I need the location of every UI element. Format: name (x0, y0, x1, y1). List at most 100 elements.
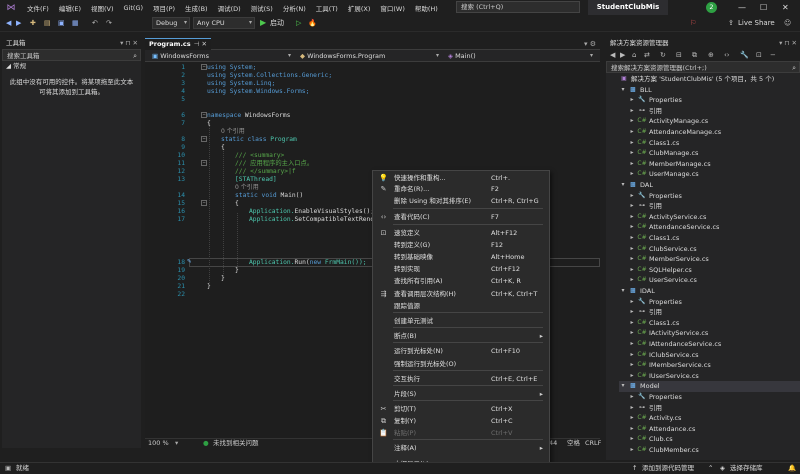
chevron-right-icon[interactable]: ▸ (628, 413, 636, 424)
chevron-right-icon[interactable]: ▸ (628, 424, 636, 435)
code-view-icon[interactable]: ‹› (724, 49, 730, 61)
chevron-right-icon[interactable]: ▸ (628, 127, 636, 138)
context-menu-item[interactable]: 转到实现 Ctrl+F12 (373, 264, 549, 275)
chevron-right-icon[interactable]: ▸ (628, 169, 636, 180)
solution-tree-item[interactable]: ▸ C# IAttendanceService.cs (628, 339, 800, 350)
solution-tree-item[interactable]: ▸ C# ActivityManage.cs (628, 116, 800, 127)
chevron-right-icon[interactable]: ▸ (628, 392, 636, 403)
notifications-bell-icon[interactable]: 🔔 (788, 463, 796, 474)
context-menu-item[interactable]: ✎ 重命名(R)... F2 (373, 184, 549, 195)
chevron-right-icon[interactable]: ▸ (628, 350, 636, 361)
account-icon[interactable]: ☺ (784, 17, 791, 29)
solution-search-input[interactable]: 搜索解决方案资源管理器(Ctrl+;) ⌕ (606, 61, 800, 73)
start-button[interactable]: 启动 (270, 17, 284, 29)
solution-tree-item[interactable]: ▸ C# IClubService.cs (628, 350, 800, 361)
select-repository-button[interactable]: 选择存储库 (730, 463, 763, 474)
context-menu-item[interactable]: ‹› 查看代码(C) F7 (373, 212, 549, 223)
solution-tree-item[interactable]: ▾ ▩ BLL (619, 85, 800, 96)
save-all-icon[interactable]: ▦ (72, 17, 79, 29)
context-menu-item[interactable]: 转到基础映像 Alt+Home (373, 252, 549, 263)
undo-icon[interactable]: ↶ (92, 17, 98, 29)
hot-reload-icon[interactable]: 🔥 (308, 17, 317, 29)
pending-changes-icon[interactable]: ⊕ (708, 49, 714, 61)
solution-tree-item[interactable]: ▸ C# MemberManage.cs (628, 159, 800, 170)
menu-git[interactable]: Git(G) (119, 4, 149, 12)
minus-icon[interactable]: − (770, 49, 776, 61)
chevron-right-icon[interactable]: ▸ (628, 403, 636, 414)
solution-tree-item[interactable]: ▸ C# SQLHelper.cs (628, 265, 800, 276)
solution-tree-item[interactable]: ▸ 🔧 Properties (628, 392, 800, 403)
fold-toggle-icon[interactable]: − (201, 200, 207, 206)
sync-icon[interactable]: ↻ (660, 49, 666, 61)
solution-tree-item[interactable]: ▸ C# ClubMember.cs (628, 445, 800, 456)
solution-tree-item[interactable]: ▸ C# IMemberService.cs (628, 360, 800, 371)
menu-extensions[interactable]: 扩展(X) (343, 3, 376, 13)
context-menu-item[interactable]: 断点(B) ▸ (373, 331, 549, 342)
solution-tree-item[interactable]: ▸ ⊶ 引用 (628, 403, 800, 414)
global-search-input[interactable]: 搜索 (Ctrl+Q) (456, 1, 580, 13)
issues-indicator[interactable]: 未找到相关问题 (213, 439, 259, 448)
solution-tree-item[interactable]: ▸ C# UserService.cs (628, 275, 800, 286)
notification-badge[interactable]: 2 (706, 2, 717, 13)
chevron-right-icon[interactable]: ▸ (628, 339, 636, 350)
preview-icon[interactable]: ⊡ (756, 49, 762, 61)
start-without-debugging-icon[interactable]: ▷ (296, 17, 301, 29)
chevron-right-icon[interactable]: ▸ (628, 159, 636, 170)
solution-tree-item[interactable]: ▸ C# UserManage.cs (628, 169, 800, 180)
feedback-icon[interactable]: ⚐ (690, 17, 696, 29)
menu-file[interactable]: 文件(F) (22, 3, 54, 13)
tab-program-cs[interactable]: Program.cs ⊣ ✕ (145, 38, 211, 50)
menu-edit[interactable]: 编辑(E) (54, 3, 86, 13)
solution-tree-item[interactable]: ▾ ▩ IDAL (619, 286, 800, 297)
quick-action-icon[interactable]: ✎ (187, 257, 191, 265)
solution-tree-item[interactable]: ▸ C# ClubManage.cs (628, 148, 800, 159)
solution-tree-item[interactable]: ▸ ⊶ 引用 (628, 201, 800, 212)
solution-tree-item[interactable]: ▸ C# Club.cs (628, 434, 800, 445)
properties-icon[interactable]: 🔧 (740, 49, 749, 61)
menu-help[interactable]: 帮助(H) (410, 3, 443, 13)
chevron-down-icon[interactable]: ▾ (175, 439, 178, 448)
solution-tree-item[interactable]: ▸ C# Attendance.cs (628, 424, 800, 435)
solution-tree-item[interactable]: ▸ 🔧 Properties (628, 95, 800, 106)
live-share-icon[interactable]: ⇪ (728, 17, 734, 29)
solution-tree-item[interactable]: ▸ C# IActivityService.cs (628, 328, 800, 339)
code-lens-text[interactable]: 0 个引用 (235, 184, 259, 191)
redo-icon[interactable]: ↷ (106, 17, 112, 29)
chevron-down-icon[interactable]: ▾ (619, 180, 627, 191)
chevron-right-icon[interactable]: ▸ (628, 244, 636, 255)
save-icon[interactable]: ▣ (58, 17, 65, 29)
context-menu-item[interactable]: ⇶ 查看调用层次结构(H) Ctrl+K, Ctrl+T (373, 289, 549, 300)
add-to-source-control-button[interactable]: 添加到源代码管理 (642, 463, 694, 474)
new-item-icon[interactable]: ✚ (30, 17, 36, 29)
chevron-right-icon[interactable]: ▸ (628, 371, 636, 382)
context-menu-item[interactable]: 创建单元测试 (373, 316, 549, 327)
open-folder-icon[interactable]: ▤ (44, 17, 51, 29)
spacing-indicator[interactable]: 空格 (567, 439, 580, 448)
context-menu-item[interactable]: 转到定义(G) F12 (373, 240, 549, 251)
chevron-right-icon[interactable]: ▸ (628, 116, 636, 127)
toolbox-section-general[interactable]: ◢ 常规 (2, 61, 141, 71)
context-menu-item[interactable]: 查找所有引用(A) Ctrl+K, R (373, 276, 549, 287)
chevron-right-icon[interactable]: ▸ (628, 445, 636, 456)
solution-tree-item[interactable]: ▸ C# MemberService.cs (628, 254, 800, 265)
start-icon[interactable]: ▶ (260, 17, 266, 29)
chevron-right-icon[interactable]: ▸ (628, 297, 636, 308)
chevron-right-icon[interactable]: ▸ (628, 328, 636, 339)
minimize-icon[interactable]: — (738, 0, 746, 15)
home-icon[interactable]: ⌂ (632, 49, 636, 61)
menu-debug[interactable]: 调试(D) (213, 3, 246, 13)
chevron-right-icon[interactable]: ▸ (628, 307, 636, 318)
forward-icon[interactable]: ▶ (16, 17, 21, 29)
chevron-right-icon[interactable]: ▸ (628, 212, 636, 223)
code-lens-text[interactable]: 0 个引用 (221, 128, 245, 135)
context-menu-item[interactable]: 跟踪值源 (373, 301, 549, 312)
solution-tree-item[interactable]: ▸ C# IUserService.cs (628, 371, 800, 382)
solution-tree-item[interactable]: ▸ C# AttendanceService.cs (628, 222, 800, 233)
menu-build[interactable]: 生成(B) (180, 3, 213, 13)
forward-icon[interactable]: ▶ (620, 49, 625, 61)
chevron-down-icon[interactable]: ▾ (619, 286, 627, 297)
maximize-icon[interactable]: ☐ (760, 0, 767, 15)
chevron-right-icon[interactable]: ▸ (628, 434, 636, 445)
context-menu-item[interactable]: ⊡ 速览定义 Alt+F12 (373, 228, 549, 239)
chevron-right-icon[interactable]: ▸ (628, 106, 636, 117)
